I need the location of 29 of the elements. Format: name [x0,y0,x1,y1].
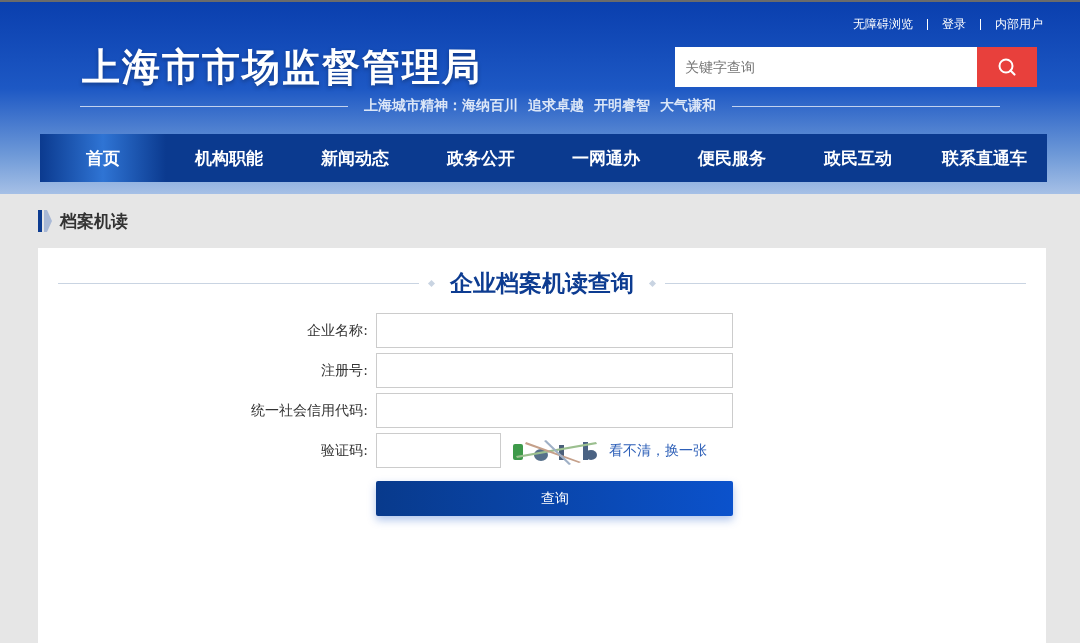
nav-item[interactable]: 新闻动态 [291,134,418,182]
top-link[interactable]: 登录 [942,15,966,33]
input-field[interactable] [376,313,733,348]
nav-item[interactable]: 政务公开 [417,134,544,182]
nav-item[interactable]: 联系直通车 [921,134,1047,182]
site-title: 上海市市场监督管理局 [82,43,483,91]
nav-item[interactable]: 机构职能 [165,134,292,182]
form-title: 企业档案机读查询 [450,269,634,298]
input-field[interactable] [376,393,733,428]
input-field[interactable] [376,353,733,388]
search-field[interactable]: 关键字查询 [675,47,977,87]
nav-item[interactable]: 政民互动 [795,134,922,182]
section-marker-icon [38,210,52,232]
field-label: 验证码: [320,441,368,460]
captcha-field[interactable] [376,433,501,468]
top-link[interactable]: 无障碍浏览 [853,15,913,33]
nav-item[interactable]: 便民服务 [669,134,796,182]
search-icon [997,57,1017,77]
field-label: 统一社会信用代码: [250,401,368,420]
section-title: 档案机读 [60,209,128,233]
top-link[interactable]: 内部用户 [995,15,1043,33]
nav-item[interactable]: 首页 [40,134,166,182]
field-label: 注册号: [320,361,368,380]
motto-text: 上海城市精神：海纳百川 追求卓越 开明睿智 大气谦和 [364,97,716,115]
refresh-captcha-link[interactable]: 看不清，换一张 [609,441,707,460]
query-button[interactable]: 查询 [376,481,733,516]
search-button[interactable] [977,47,1037,87]
nav-item[interactable]: 一网通办 [543,134,670,182]
field-label: 企业名称: [306,321,368,340]
